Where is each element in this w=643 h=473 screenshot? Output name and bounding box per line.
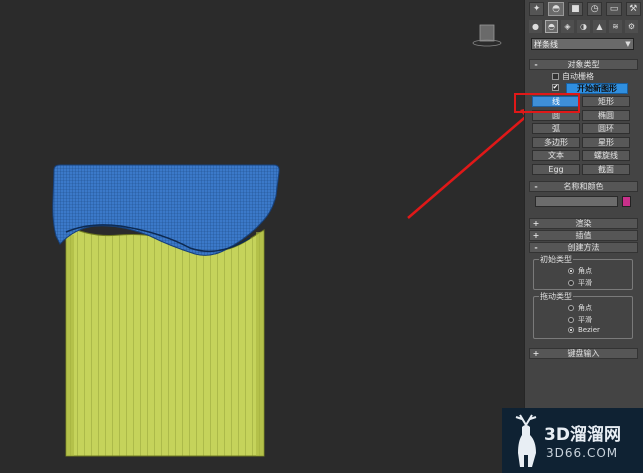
highlight-frame	[514, 93, 580, 113]
drag-smooth-radio[interactable]: 平滑	[568, 315, 592, 325]
rollout-title: 渲染	[575, 219, 592, 228]
systems-icon[interactable]: ⚙	[625, 20, 638, 33]
watermark-brand: 3D溜溜网	[544, 425, 621, 445]
initial-type-label: 初始类型	[539, 254, 573, 265]
display-tab-icon[interactable]: ▭	[606, 2, 622, 16]
collapse-icon: -	[534, 60, 538, 69]
utilities-tab-icon[interactable]: ⚒	[625, 2, 641, 16]
expand-icon: +	[532, 349, 540, 358]
rollout-title: 名称和颜色	[563, 182, 604, 191]
radio-label: 平滑	[578, 316, 592, 324]
rollout-name-and-color[interactable]: - 名称和颜色	[529, 181, 638, 192]
rectangle-button[interactable]: 矩形	[582, 96, 630, 107]
initial-corner-radio[interactable]: 角点	[568, 266, 592, 276]
star-button[interactable]: 星形	[582, 137, 630, 148]
section-button[interactable]: 截面	[582, 164, 630, 175]
hierarchy-tab-icon[interactable]: ■	[567, 2, 583, 16]
radio-icon	[568, 280, 574, 286]
drag-type-label: 拖动类型	[539, 291, 573, 302]
radio-label: 角点	[578, 304, 592, 312]
rollout-rendering[interactable]: + 渲染	[529, 218, 638, 229]
drag-corner-radio[interactable]: 角点	[568, 303, 592, 313]
start-new-shape-checkbox[interactable]: ✔	[552, 84, 559, 91]
initial-smooth-radio[interactable]: 平滑	[568, 278, 592, 288]
rollout-object-type[interactable]: - 对象类型	[529, 59, 638, 70]
donut-button[interactable]: 圆环	[582, 123, 630, 134]
expand-icon: +	[532, 219, 540, 228]
viewport-canvas	[52, 109, 524, 457]
rollout-title: 插值	[575, 231, 592, 240]
helix-button[interactable]: 螺旋线	[582, 150, 630, 161]
annotation-arrow	[407, 109, 524, 219]
radio-icon	[568, 268, 574, 274]
rollout-interpolation[interactable]: + 插值	[529, 230, 638, 241]
helpers-icon[interactable]: ▲	[593, 20, 606, 33]
deer-logo-icon	[515, 414, 537, 467]
cup-body-mesh[interactable]	[65, 224, 265, 457]
checkbox-box	[552, 73, 559, 80]
arc-button[interactable]: 弧	[532, 123, 580, 134]
radio-label: Bezier	[578, 326, 600, 334]
geometry-icon[interactable]: ●	[529, 20, 542, 33]
radio-label: 角点	[578, 267, 592, 275]
lights-icon[interactable]: ◈	[561, 20, 574, 33]
shape-category-dropdown[interactable]: 样条线 ▼	[531, 38, 634, 50]
chevron-down-icon: ▼	[625, 40, 631, 48]
rollout-keyboard-entry[interactable]: + 键盘输入	[529, 348, 638, 359]
dropdown-value: 样条线	[534, 39, 558, 49]
rollout-title: 创建方法	[567, 243, 600, 252]
watermark-url: 3D66.COM	[546, 446, 619, 460]
collapse-icon: -	[534, 182, 538, 191]
create-tab-icon[interactable]: ✦	[529, 2, 545, 16]
shapes-icon[interactable]: ◓	[545, 20, 558, 33]
checkmark-icon: ✔	[552, 83, 559, 91]
viewcube[interactable]	[472, 23, 502, 47]
auto-grid-label: 自动栅格	[562, 72, 594, 81]
create-category-tabs: ● ◓ ◈ ◑ ▲ ≋ ⚙	[529, 20, 641, 33]
radio-icon	[568, 327, 574, 333]
egg-button[interactable]: Egg	[532, 164, 580, 175]
object-color-swatch[interactable]	[622, 196, 631, 207]
collapse-icon: -	[534, 243, 538, 252]
rollout-title: 对象类型	[567, 60, 600, 69]
ellipse-button[interactable]: 椭圆	[582, 110, 630, 121]
radio-icon	[568, 317, 574, 323]
perspective-viewport[interactable]	[0, 0, 524, 473]
expand-icon: +	[532, 231, 540, 240]
command-panel-tabs: ✦ ◓ ■ ◷ ▭ ⚒	[529, 2, 641, 16]
motion-tab-icon[interactable]: ◷	[586, 2, 603, 16]
rollout-title: 键盘输入	[567, 349, 600, 358]
rollout-creation-method[interactable]: - 创建方法	[529, 242, 638, 253]
spacewarps-icon[interactable]: ≋	[609, 20, 622, 33]
watermark-logo: 3D溜溜网 3D66.COM	[502, 408, 643, 473]
auto-grid-checkbox[interactable]: 自动栅格	[552, 71, 594, 82]
radio-label: 平滑	[578, 279, 592, 287]
drag-bezier-radio[interactable]: Bezier	[568, 326, 600, 334]
modify-tab-icon[interactable]: ◓	[548, 2, 564, 16]
text-button[interactable]: 文本	[532, 150, 580, 161]
ngon-button[interactable]: 多边形	[532, 137, 580, 148]
cameras-icon[interactable]: ◑	[577, 20, 590, 33]
object-name-input[interactable]	[535, 196, 618, 207]
radio-icon	[568, 305, 574, 311]
